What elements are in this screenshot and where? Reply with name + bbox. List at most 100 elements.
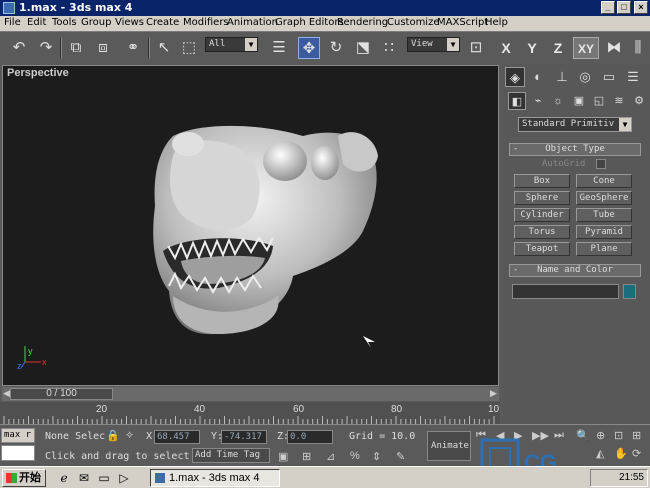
utilities-tab-icon[interactable]: ☰: [623, 67, 643, 87]
menu-create[interactable]: Create: [146, 17, 179, 28]
hierarchy-tab-icon[interactable]: ⊥: [552, 67, 572, 87]
geosphere-button[interactable]: GeoSphere: [576, 191, 632, 205]
undo-icon[interactable]: ↶: [8, 37, 30, 59]
select-and-rotate-icon[interactable]: ↻: [325, 37, 347, 59]
spinner-snap-icon[interactable]: ⇕: [372, 450, 381, 463]
object-name-field[interactable]: [512, 284, 619, 299]
select-by-name-icon[interactable]: ☰: [268, 37, 290, 59]
pan-icon[interactable]: ✋: [614, 447, 628, 460]
teapot-button[interactable]: Teapot: [514, 242, 570, 256]
ie-icon[interactable]: ℯ: [56, 470, 72, 486]
z-coord-field[interactable]: 0.0: [287, 430, 333, 444]
snap-3d-icon[interactable]: ⊞: [302, 450, 311, 463]
menu-modifiers[interactable]: Modifiers: [183, 17, 229, 28]
menu-edit[interactable]: Edit: [27, 17, 46, 28]
cone-button[interactable]: Cone: [576, 174, 632, 188]
systems-icon[interactable]: ⚙: [630, 92, 648, 110]
animate-button[interactable]: Animate: [427, 431, 471, 461]
menu-animation[interactable]: Animation: [227, 17, 278, 28]
taskbar-item-3dsmax[interactable]: 1.max - 3ds max 4: [150, 469, 280, 487]
menu-graph-editors[interactable]: Graph Editors: [275, 17, 344, 28]
absolute-mode-icon[interactable]: ⟡: [126, 429, 133, 442]
cylinder-button[interactable]: Cylinder: [514, 208, 570, 222]
chevron-left-icon[interactable]: ◀: [3, 388, 10, 399]
object-color-swatch[interactable]: [623, 284, 636, 299]
geometry-icon[interactable]: ◧: [508, 92, 526, 110]
spacewarps-icon[interactable]: ≋: [610, 92, 628, 110]
menu-help[interactable]: Help: [485, 17, 508, 28]
arc-rotate-icon[interactable]: ⟳: [632, 447, 641, 460]
x-coord-field[interactable]: 68.457: [154, 430, 200, 444]
category-dropdown[interactable]: Standard Primitiv ▼: [518, 117, 632, 132]
chevron-right-icon[interactable]: ▶: [490, 388, 497, 399]
menu-group[interactable]: Group: [81, 17, 111, 28]
y-coord-field[interactable]: -74.317: [221, 430, 267, 444]
motion-tab-icon[interactable]: ◎: [575, 67, 595, 87]
maxscript-mini-input[interactable]: [1, 445, 35, 461]
box-button[interactable]: Box: [514, 174, 570, 188]
ref-coord-dropdown[interactable]: View ▼: [407, 37, 460, 52]
zoom-all-icon[interactable]: ⊕: [596, 429, 605, 442]
desktop-icon[interactable]: ▭: [96, 470, 112, 486]
field-of-view-icon[interactable]: ◭: [596, 447, 604, 460]
menu-tools[interactable]: Tools: [52, 17, 77, 28]
tiger-head-model[interactable]: [3, 66, 500, 387]
snap-toggle-icon[interactable]: ▣: [278, 450, 288, 463]
cameras-icon[interactable]: ▣: [570, 92, 588, 110]
redo-icon[interactable]: ↷: [35, 37, 57, 59]
trackbar[interactable]: 20 40 60 80 10: [0, 402, 500, 424]
select-and-scale-icon[interactable]: ⬔: [352, 37, 374, 59]
axis-y-button[interactable]: Y: [521, 37, 543, 59]
modify-tab-icon[interactable]: ◐: [528, 67, 548, 87]
zoom-extents-icon[interactable]: ⊡: [614, 429, 623, 442]
selection-filter-dropdown[interactable]: All ▼: [205, 37, 258, 52]
perspective-viewport[interactable]: Perspective y x z: [2, 65, 499, 386]
shapes-icon[interactable]: ⌁: [529, 92, 547, 110]
time-slider[interactable]: ◀ 0 / 100 ▶: [2, 387, 499, 401]
edit-named-sel-icon[interactable]: ✎: [396, 450, 405, 463]
unlink-icon[interactable]: ⧈: [92, 37, 114, 59]
bind-space-warp-icon[interactable]: ⚭: [122, 37, 144, 59]
plane-button[interactable]: Plane: [576, 242, 632, 256]
region-select-icon[interactable]: ⬚: [178, 37, 200, 59]
minimize-button[interactable]: _: [601, 1, 615, 14]
menu-file[interactable]: File: [4, 17, 21, 28]
helpers-icon[interactable]: ◱: [590, 92, 608, 110]
pyramid-button[interactable]: Pyramid: [576, 225, 632, 239]
close-button[interactable]: ×: [634, 1, 648, 14]
menu-rendering[interactable]: Rendering: [337, 17, 388, 28]
menu-customize[interactable]: Customize: [387, 17, 440, 28]
name-color-rollout[interactable]: - Name and Color: [509, 264, 641, 277]
menu-maxscript[interactable]: MAXScript: [437, 17, 488, 28]
align-icon[interactable]: ⫼: [627, 37, 649, 59]
snaps-icon[interactable]: ∷: [378, 37, 400, 59]
angle-snap-icon[interactable]: ⊿: [326, 450, 335, 463]
sphere-button[interactable]: Sphere: [514, 191, 570, 205]
lights-icon[interactable]: ☼: [549, 92, 567, 110]
autogrid-checkbox[interactable]: [596, 159, 606, 169]
maximize-button[interactable]: □: [617, 1, 631, 14]
axis-xy-button[interactable]: XY: [573, 37, 599, 59]
zoom-extents-all-icon[interactable]: ⊞: [632, 429, 641, 442]
percent-snap-icon[interactable]: %: [350, 450, 360, 462]
create-tab-icon[interactable]: ◈: [505, 67, 525, 87]
select-and-link-icon[interactable]: ⧉: [65, 37, 87, 59]
start-button[interactable]: 开始: [2, 469, 46, 487]
select-object-icon[interactable]: ↖: [153, 37, 175, 59]
axis-x-button[interactable]: X: [495, 37, 517, 59]
autogrid-option[interactable]: AutoGrid: [542, 159, 606, 169]
pivot-center-icon[interactable]: ⊡: [465, 37, 487, 59]
menu-views[interactable]: Views: [115, 17, 144, 28]
outlook-icon[interactable]: ✉: [76, 470, 92, 486]
axis-z-button[interactable]: Z: [547, 37, 569, 59]
torus-button[interactable]: Torus: [514, 225, 570, 239]
tube-button[interactable]: Tube: [576, 208, 632, 222]
lock-icon[interactable]: 🔒: [106, 429, 120, 442]
mirror-icon[interactable]: ⧓: [603, 37, 625, 59]
display-tab-icon[interactable]: ▭: [599, 67, 619, 87]
maxscript-listener[interactable]: max r: [1, 428, 35, 443]
time-slider-handle[interactable]: 0 / 100: [10, 388, 113, 400]
select-and-move-icon[interactable]: ✥: [298, 37, 320, 59]
object-type-rollout[interactable]: - Object Type: [509, 143, 641, 156]
media-icon[interactable]: ▷: [116, 470, 132, 486]
